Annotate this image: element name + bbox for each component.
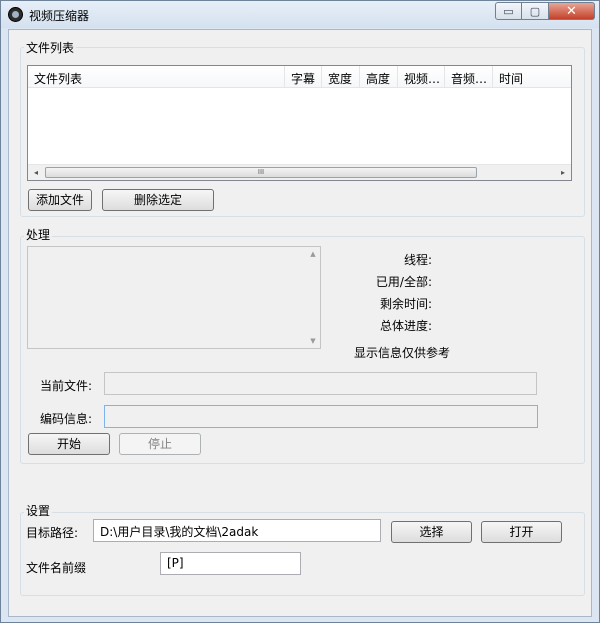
close-icon: ✕ [566, 3, 577, 19]
overall-progress-label: 总体进度: [379, 319, 432, 333]
scroll-grip-icon: III [257, 168, 265, 176]
maximize-icon: ▢ [529, 4, 541, 18]
app-window: 视频压缩器 ▭ ▢ ✕ 文件列表 文件列表 字幕 宽度 高度 视频… 音频… 时… [0, 0, 600, 623]
column-header-time[interactable]: 时间 [493, 66, 571, 88]
scroll-left-icon[interactable]: ◂ [28, 168, 44, 178]
app-icon [8, 7, 23, 22]
target-path-input[interactable]: D:\用户目录\我的文档\2adak [93, 519, 381, 542]
column-header-audio[interactable]: 音频… [445, 66, 493, 88]
file-list-group-label: 文件列表 [24, 41, 77, 55]
horizontal-scrollbar[interactable]: ◂ III ▸ [28, 164, 571, 180]
scroll-thumb[interactable]: III [45, 167, 477, 178]
settings-group-label: 设置 [24, 504, 53, 518]
column-header-width[interactable]: 宽度 [322, 66, 360, 88]
filename-prefix-input[interactable]: [P] [160, 552, 301, 575]
add-file-button[interactable]: 添加文件 [28, 189, 92, 211]
current-file-field [104, 372, 537, 395]
column-header-height[interactable]: 高度 [360, 66, 398, 88]
start-button[interactable]: 开始 [28, 433, 110, 455]
window-title: 视频压缩器 [29, 9, 90, 23]
scroll-right-icon[interactable]: ▸ [555, 168, 571, 178]
column-header-subtitle[interactable]: 字幕 [285, 66, 322, 88]
close-button[interactable]: ✕ [549, 2, 595, 20]
delete-selected-button[interactable]: 删除选定 [102, 189, 214, 211]
minimize-icon: ▭ [503, 4, 514, 18]
current-file-label: 当前文件: [40, 379, 93, 393]
log-textarea[interactable]: ▲ ▼ [27, 246, 321, 349]
file-list-view[interactable]: 文件列表 字幕 宽度 高度 视频… 音频… 时间 ◂ III ▸ [27, 65, 572, 181]
column-header-file[interactable]: 文件列表 [28, 66, 285, 88]
open-button[interactable]: 打开 [481, 521, 562, 543]
encode-info-label: 编码信息: [40, 412, 93, 426]
maximize-button[interactable]: ▢ [522, 2, 549, 20]
target-path-label: 目标路径: [26, 526, 79, 540]
window-controls: ▭ ▢ ✕ [495, 2, 595, 20]
encode-info-field[interactable] [104, 405, 538, 428]
minimize-button[interactable]: ▭ [495, 2, 522, 20]
filename-prefix-label: 文件名前缀 [26, 561, 87, 575]
file-list-header: 文件列表 字幕 宽度 高度 视频… 音频… 时间 [28, 66, 571, 88]
processing-group-label: 处理 [24, 228, 53, 242]
client-area: 文件列表 文件列表 字幕 宽度 高度 视频… 音频… 时间 ◂ III ▸ 添加… [8, 29, 592, 617]
used-total-label: 已用/全部: [375, 275, 432, 289]
title-bar[interactable]: 视频压缩器 ▭ ▢ ✕ [1, 1, 599, 28]
info-note: 显示信息仅供参考 [354, 346, 451, 360]
stop-button: 停止 [119, 433, 201, 455]
column-header-video[interactable]: 视频… [398, 66, 445, 88]
scroll-down-icon[interactable]: ▼ [306, 337, 320, 345]
browse-button[interactable]: 选择 [391, 521, 472, 543]
remaining-time-label: 剩余时间: [379, 297, 432, 311]
threads-label: 线程: [403, 253, 432, 267]
